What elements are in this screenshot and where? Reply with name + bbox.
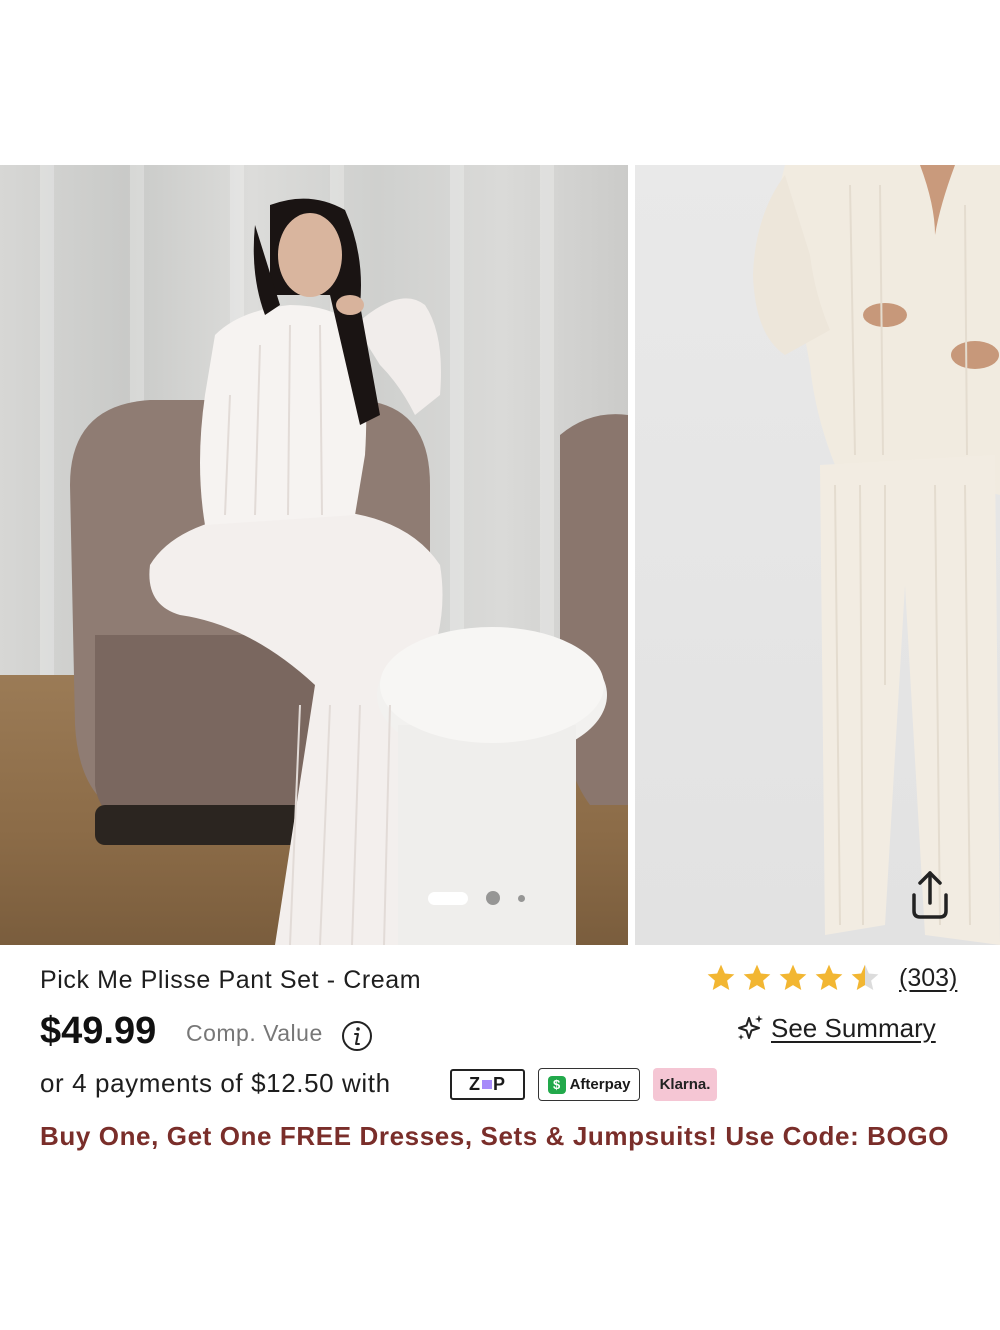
product-title: Pick Me Plisse Pant Set - Cream (40, 966, 422, 994)
star-icon (779, 964, 807, 990)
product-price: $49.99 (40, 1010, 157, 1052)
gallery-pagination[interactable] (428, 890, 525, 906)
comp-value-label: Comp. Value (186, 1020, 323, 1046)
klarna-badge[interactable]: Klarna. (653, 1068, 717, 1101)
payment-options[interactable]: ZP $ Afterpay Klarna. (450, 1068, 717, 1101)
see-summary-label[interactable]: See Summary (771, 1013, 936, 1044)
info-icon[interactable] (341, 1020, 373, 1052)
installment-text: or 4 payments of $12.50 with (40, 1068, 391, 1098)
promo-banner[interactable]: Buy One, Get One FREE Dresses, Sets & Ju… (40, 1118, 970, 1166)
model-photo-illustration (753, 165, 1000, 945)
reviews-count-link[interactable]: (303) (899, 964, 957, 993)
model-photo-illustration (70, 198, 628, 945)
pagination-dot-active[interactable] (428, 891, 468, 905)
star-icon (707, 964, 735, 990)
product-image-main[interactable] (0, 165, 628, 945)
zip-badge[interactable]: ZP (450, 1069, 525, 1100)
star-half-icon (851, 964, 879, 990)
star-icon (743, 964, 771, 990)
sparkle-icon (738, 1015, 763, 1040)
product-image-secondary[interactable] (635, 165, 1000, 945)
pagination-dot[interactable] (518, 894, 525, 902)
pagination-dot[interactable] (486, 891, 500, 905)
afterpay-label: Afterpay (569, 1076, 631, 1093)
dollar-icon: $ (547, 1075, 566, 1094)
see-summary-link[interactable]: See Summary (735, 1012, 936, 1044)
afterpay-badge[interactable]: $ Afterpay (538, 1068, 640, 1101)
star-icon (815, 964, 843, 990)
share-icon[interactable] (900, 865, 960, 925)
product-image-gallery[interactable] (0, 165, 1000, 945)
zip-accent (481, 1080, 492, 1089)
product-rating[interactable]: (303) (705, 962, 957, 994)
